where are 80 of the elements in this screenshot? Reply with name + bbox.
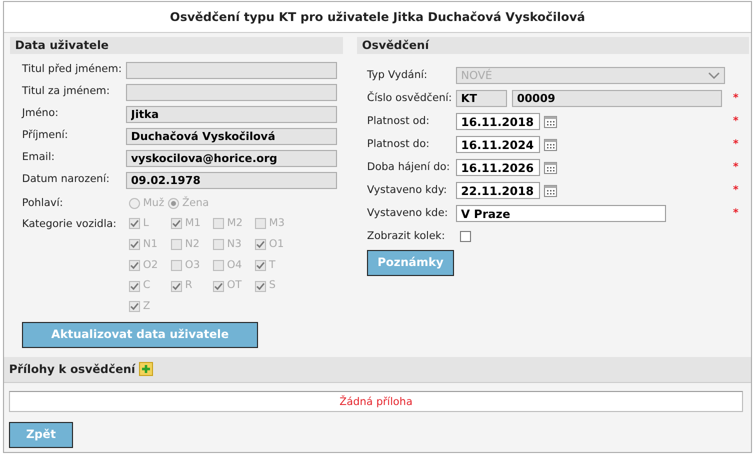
checkmark-icon: [172, 219, 181, 228]
section-title: Přílohy k osvědčení: [9, 362, 136, 377]
checkmark-icon: [130, 260, 139, 270]
input-field[interactable]: 09.02.1978: [126, 172, 337, 188]
select-field[interactable]: NOVÉ: [456, 67, 725, 84]
field-label: Doba hájení do:: [367, 160, 451, 175]
field-label: Typ Vydání:: [367, 68, 428, 83]
category-checkbox[interactable]: S: [255, 278, 297, 294]
checkmark-icon: [214, 282, 223, 291]
field-label: Datum narození:: [22, 172, 111, 188]
category-checkbox[interactable]: M2: [213, 216, 255, 232]
calendar-icon[interactable]: [544, 161, 557, 174]
date-field[interactable]: 16.11.2026: [456, 159, 540, 176]
chevron-down-icon: [708, 72, 720, 80]
checkmark-icon: [130, 282, 139, 291]
input-field[interactable]: 00009: [512, 90, 722, 107]
field-label: Titul před jménem:: [22, 62, 123, 78]
field-label: Email:: [22, 150, 56, 166]
required-asterisk: *: [733, 114, 738, 129]
calendar-icon[interactable]: [544, 138, 557, 151]
category-checkbox[interactable]: O3: [171, 258, 213, 274]
required-asterisk: *: [733, 136, 738, 152]
required-asterisk: *: [733, 182, 738, 198]
category-checkbox[interactable]: L: [129, 216, 171, 232]
field-label: Titul za jménem:: [22, 84, 111, 100]
field-label: Zobrazit kolek:: [367, 228, 446, 244]
date-field[interactable]: 16.11.2018: [456, 113, 540, 130]
field-label: Platnost do:: [367, 136, 430, 152]
calendar-icon[interactable]: [544, 115, 557, 128]
category-checkbox[interactable]: Z: [129, 299, 171, 315]
category-checkbox[interactable]: O2: [129, 258, 171, 274]
empty-message: Žádná příloha: [9, 390, 743, 412]
required-asterisk: *: [733, 90, 738, 106]
field-label: Vystaveno kde:: [367, 206, 449, 221]
category-checkbox[interactable]: O1: [255, 236, 297, 252]
required-asterisk: *: [733, 160, 738, 175]
date-field[interactable]: 16.11.2024: [456, 136, 540, 153]
category-checkbox[interactable]: N1: [129, 236, 171, 252]
checkmark-icon: [172, 282, 181, 291]
add-icon[interactable]: [139, 362, 154, 376]
field-label: Vystaveno kdy:: [367, 182, 448, 198]
category-checkbox[interactable]: R: [171, 278, 213, 294]
date-field[interactable]: 22.11.2018: [456, 182, 540, 199]
section-header: Data uživatele: [10, 37, 343, 54]
radio-option[interactable]: Žena: [168, 196, 209, 212]
update-button[interactable]: Aktualizovat data uživatele: [22, 322, 258, 348]
input-field[interactable]: KT: [456, 90, 507, 107]
required-asterisk: *: [733, 206, 738, 221]
category-checkbox[interactable]: O4: [213, 258, 255, 274]
field-label: Kategorie vozidla:: [22, 217, 118, 232]
field-label: Pohlaví:: [22, 196, 64, 211]
field-label: Příjmení:: [22, 128, 70, 144]
category-checkbox[interactable]: M3: [255, 216, 297, 232]
field-label: Jméno:: [22, 106, 60, 122]
input-field[interactable]: [126, 62, 337, 78]
back-button[interactable]: Zpět: [9, 422, 73, 448]
section-header: Osvědčení: [357, 37, 749, 54]
calendar-icon[interactable]: [544, 184, 557, 197]
category-checkbox[interactable]: OT: [213, 278, 255, 294]
field-label: Platnost od:: [367, 114, 430, 129]
category-checkbox[interactable]: N2: [171, 236, 213, 252]
checkbox[interactable]: [460, 231, 471, 242]
category-checkbox[interactable]: T: [255, 258, 297, 274]
radio-option[interactable]: Muž: [129, 196, 164, 212]
input-field[interactable]: vyskocilova@horice.org: [126, 150, 337, 166]
field-label: Číslo osvědčení:: [367, 90, 453, 106]
checkmark-icon: [130, 302, 139, 312]
category-checkbox[interactable]: M1: [171, 216, 213, 232]
notes-button[interactable]: Poznámky: [367, 250, 454, 276]
category-checkbox[interactable]: C: [129, 278, 171, 294]
checkmark-icon: [256, 240, 265, 250]
input-field[interactable]: Duchačová Vyskočilová: [126, 128, 337, 144]
checkmark-icon: [256, 260, 265, 270]
page-title: Osvědčení typu KT pro uživatele Jitka Duchačová Vyskočilová: [4, 2, 751, 33]
checkmark-icon: [256, 282, 265, 291]
checkmark-icon: [130, 219, 139, 228]
checkmark-icon: [130, 240, 139, 250]
input-field[interactable]: V Praze: [456, 205, 666, 222]
category-checkbox[interactable]: N3: [213, 236, 255, 252]
input-field[interactable]: [126, 84, 337, 100]
